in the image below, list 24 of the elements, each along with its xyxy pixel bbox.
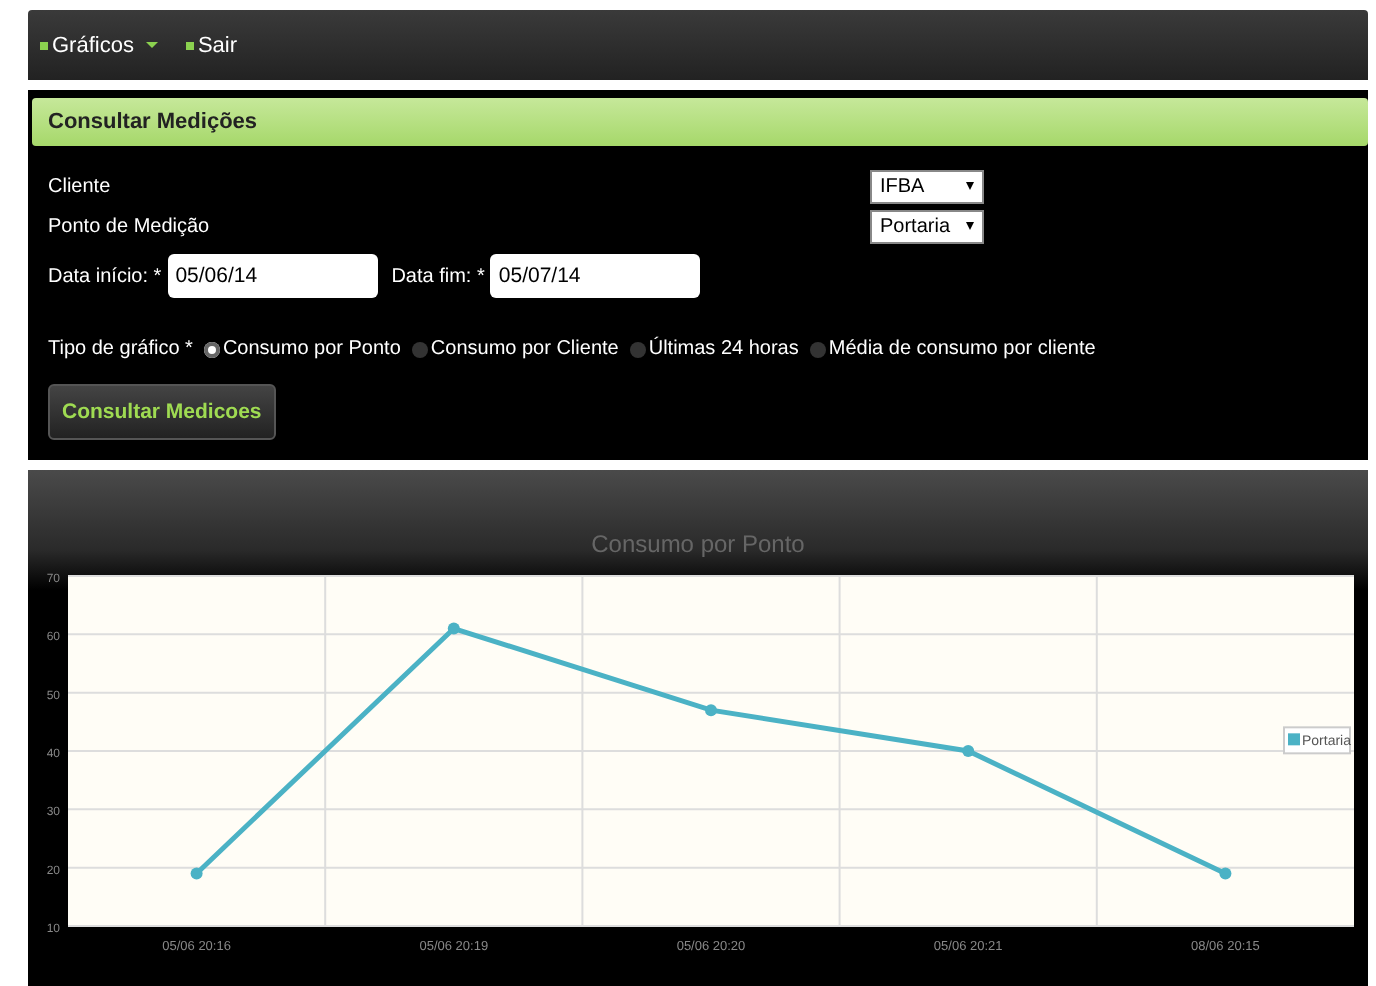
- radio-option[interactable]: Consumo por Ponto: [196, 338, 401, 360]
- radio-option[interactable]: Média de consumo por cliente: [802, 338, 1096, 360]
- submit-button[interactable]: Consultar Medicoes: [48, 384, 276, 440]
- date-field[interactable]: 05/07/14: [490, 254, 701, 298]
- data-point: [190, 867, 203, 880]
- data-point: [447, 622, 460, 635]
- legend-background: [1283, 726, 1351, 755]
- field-label: Data fim: *: [391, 265, 485, 287]
- radio-option[interactable]: Consumo por Cliente: [404, 338, 619, 360]
- field-label: Tipo de gráfico *: [48, 338, 193, 360]
- panel-header: Consultar Medições: [32, 98, 1368, 146]
- nav-link[interactable]: Gráficos: [40, 33, 158, 57]
- chart-title: Consumo por Ponto: [589, 528, 807, 562]
- dropdown[interactable]: IFBA: [870, 169, 984, 203]
- radio-option[interactable]: Últimas 24 horas: [622, 338, 799, 360]
- date-field[interactable]: 05/06/14: [167, 254, 378, 298]
- data-point: [962, 745, 975, 757]
- nav-link[interactable]: Sair: [185, 33, 238, 57]
- field-label: Data início: *: [48, 265, 162, 287]
- dropdown[interactable]: Portaria: [870, 209, 984, 243]
- data-point: [705, 704, 717, 717]
- field-label: Cliente: [48, 175, 113, 197]
- field-label: Ponto de Medição: [48, 215, 212, 237]
- data-point: [1219, 867, 1232, 880]
